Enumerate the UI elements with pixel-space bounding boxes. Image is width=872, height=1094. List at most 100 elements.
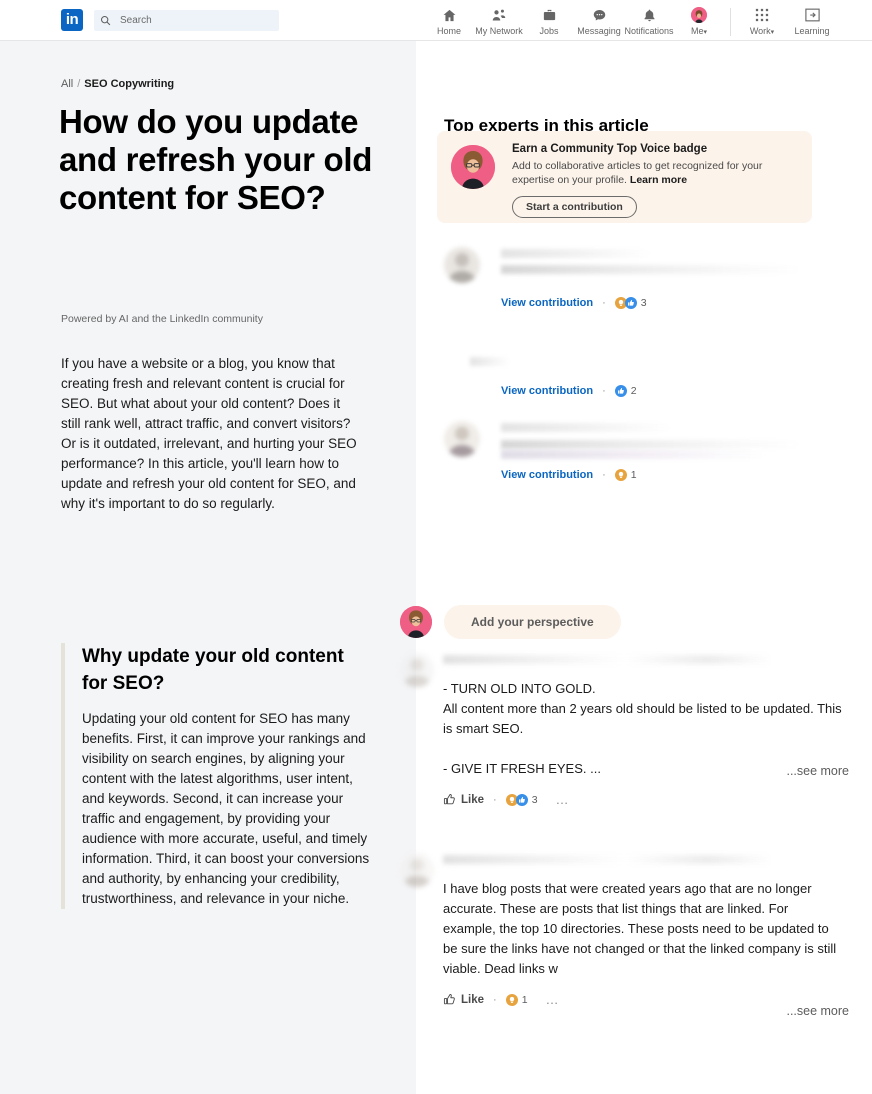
contribution-entry: View contribution · 1 xyxy=(444,419,844,489)
view-contribution-link[interactable]: View contribution xyxy=(501,297,593,309)
reaction-count: 1 xyxy=(630,469,637,481)
reaction-group xyxy=(614,297,637,309)
contributor-headline-redacted xyxy=(501,440,801,449)
home-icon xyxy=(442,6,457,24)
contribution-entry: View contribution · 2 xyxy=(444,335,844,405)
reaction-count: 3 xyxy=(531,793,538,806)
bell-icon xyxy=(642,6,657,24)
comment-author-redacted xyxy=(443,655,773,664)
comment-actions: Like · 3 … xyxy=(443,792,843,807)
comment-author-redacted xyxy=(443,855,773,864)
view-contribution-link[interactable]: View contribution xyxy=(501,469,593,481)
reaction-group xyxy=(614,469,627,481)
nav-label-messaging: Messaging xyxy=(577,26,621,36)
global-nav: in Search Home My Network Jobs Messaging… xyxy=(0,0,872,41)
badge-text-group: Earn a Community Top Voice badge Add to … xyxy=(512,143,804,218)
top-voice-badge-card: Earn a Community Top Voice badge Add to … xyxy=(437,131,812,223)
separator-dot: · xyxy=(602,385,606,397)
breadcrumb-separator: / xyxy=(77,78,81,90)
comment-overflow-menu[interactable]: … xyxy=(556,792,570,807)
section-body: Updating your old content for SEO has ma… xyxy=(82,711,370,906)
contribution-actions: View contribution · 1 xyxy=(501,469,637,481)
badge-learn-more-link[interactable]: Learn more xyxy=(630,174,687,186)
thumbs-up-icon xyxy=(443,994,455,1005)
chevron-down-icon: ▾ xyxy=(770,29,775,36)
like-label: Like xyxy=(461,793,485,806)
comment-body: - TURN OLD INTO GOLD. All content more t… xyxy=(443,681,842,776)
chevron-down-icon: ▾ xyxy=(703,29,708,36)
message-icon xyxy=(592,6,607,24)
badge-description: Add to collaborative articles to get rec… xyxy=(512,159,804,187)
separator-dot: · xyxy=(493,793,497,806)
nav-item-my-network[interactable]: My Network xyxy=(474,4,524,36)
insightful-reaction-icon xyxy=(614,469,627,481)
comment-item: I have blog posts that were created year… xyxy=(400,853,849,1018)
reaction-count: 1 xyxy=(521,993,528,1006)
add-perspective-button[interactable]: Add your perspective xyxy=(444,605,621,639)
nav-item-messaging[interactable]: Messaging xyxy=(574,4,624,36)
badge-title: Earn a Community Top Voice badge xyxy=(512,143,708,155)
comment-actions: Like · 1 … xyxy=(443,992,843,1007)
nav-item-home[interactable]: Home xyxy=(424,4,474,36)
reaction-count: 2 xyxy=(630,385,637,397)
nav-label-me: Me xyxy=(690,26,704,36)
comment-overflow-menu[interactable]: … xyxy=(546,992,560,1007)
briefcase-icon xyxy=(542,6,557,24)
insightful-reaction-icon xyxy=(505,993,518,1006)
article-byline: Powered by AI and the LinkedIn community xyxy=(61,313,263,325)
contributor-avatar[interactable] xyxy=(444,421,480,457)
nav-item-jobs[interactable]: Jobs xyxy=(524,4,574,36)
reaction-group xyxy=(505,993,518,1006)
reaction-group xyxy=(505,793,528,806)
nav-label-home: Home xyxy=(436,26,461,36)
search-input[interactable]: Search xyxy=(94,9,279,31)
reaction-count: 3 xyxy=(640,297,647,309)
start-contribution-button[interactable]: Start a contribution xyxy=(512,196,637,218)
contributor-headline-redacted-line2 xyxy=(501,450,766,459)
nav-item-work[interactable]: Work▾ xyxy=(737,4,787,36)
section-title: Why update your old content for SEO? xyxy=(82,646,344,694)
thumbs-up-icon xyxy=(443,794,455,805)
reaction-group xyxy=(614,385,627,397)
comment-item: - TURN OLD INTO GOLD. All content more t… xyxy=(400,653,849,807)
search-placeholder: Search xyxy=(120,14,152,26)
comment-avatar[interactable] xyxy=(400,653,434,687)
nav-item-learning[interactable]: Learning xyxy=(787,4,837,36)
see-more-link[interactable]: ...see more xyxy=(784,1004,849,1018)
see-more-link[interactable]: ...see more xyxy=(784,764,849,778)
like-reaction-icon xyxy=(614,385,627,397)
comment-avatar[interactable] xyxy=(400,853,434,887)
breadcrumb-current[interactable]: SEO Copywriting xyxy=(84,78,174,90)
people-icon xyxy=(491,6,507,24)
avatar xyxy=(691,7,707,23)
grid-icon xyxy=(755,6,769,24)
avatar[interactable] xyxy=(400,606,432,638)
linkedin-logo[interactable]: in xyxy=(61,9,83,31)
contribution-actions: View contribution · 3 xyxy=(501,297,647,309)
contributor-name-redacted xyxy=(501,423,671,432)
like-button[interactable]: Like xyxy=(443,993,484,1006)
nav-left-group: in Search xyxy=(61,9,279,31)
like-button[interactable]: Like xyxy=(443,793,484,806)
contributor-avatar[interactable] xyxy=(444,247,480,283)
breadcrumb-all[interactable]: All xyxy=(61,78,73,90)
page-title: How do you update and refresh your old c… xyxy=(59,103,373,216)
nav-divider xyxy=(730,8,731,36)
like-label: Like xyxy=(461,993,485,1006)
comment-body: I have blog posts that were created year… xyxy=(443,881,837,976)
contributor-name-redacted xyxy=(470,357,510,366)
like-reaction-icon xyxy=(515,793,528,806)
view-contribution-link[interactable]: View contribution xyxy=(501,385,593,397)
nav-item-notifications[interactable]: Notifications xyxy=(624,4,674,36)
nav-label-work: Work xyxy=(749,26,771,36)
article-column: All / SEO Copywriting How do you update an… xyxy=(0,41,416,1094)
search-icon xyxy=(100,15,111,25)
contribution-entry: View contribution · 3 xyxy=(444,247,844,317)
learning-icon xyxy=(804,6,820,24)
nav-label-learning: Learning xyxy=(794,26,830,36)
nav-label-notifications: Notifications xyxy=(624,26,674,36)
badge-avatar xyxy=(451,145,495,189)
nav-right-group: Home My Network Jobs Messaging Notificat… xyxy=(424,4,837,36)
nav-item-me[interactable]: Me▾ xyxy=(674,4,724,36)
contribution-actions: View contribution · 2 xyxy=(501,385,637,397)
